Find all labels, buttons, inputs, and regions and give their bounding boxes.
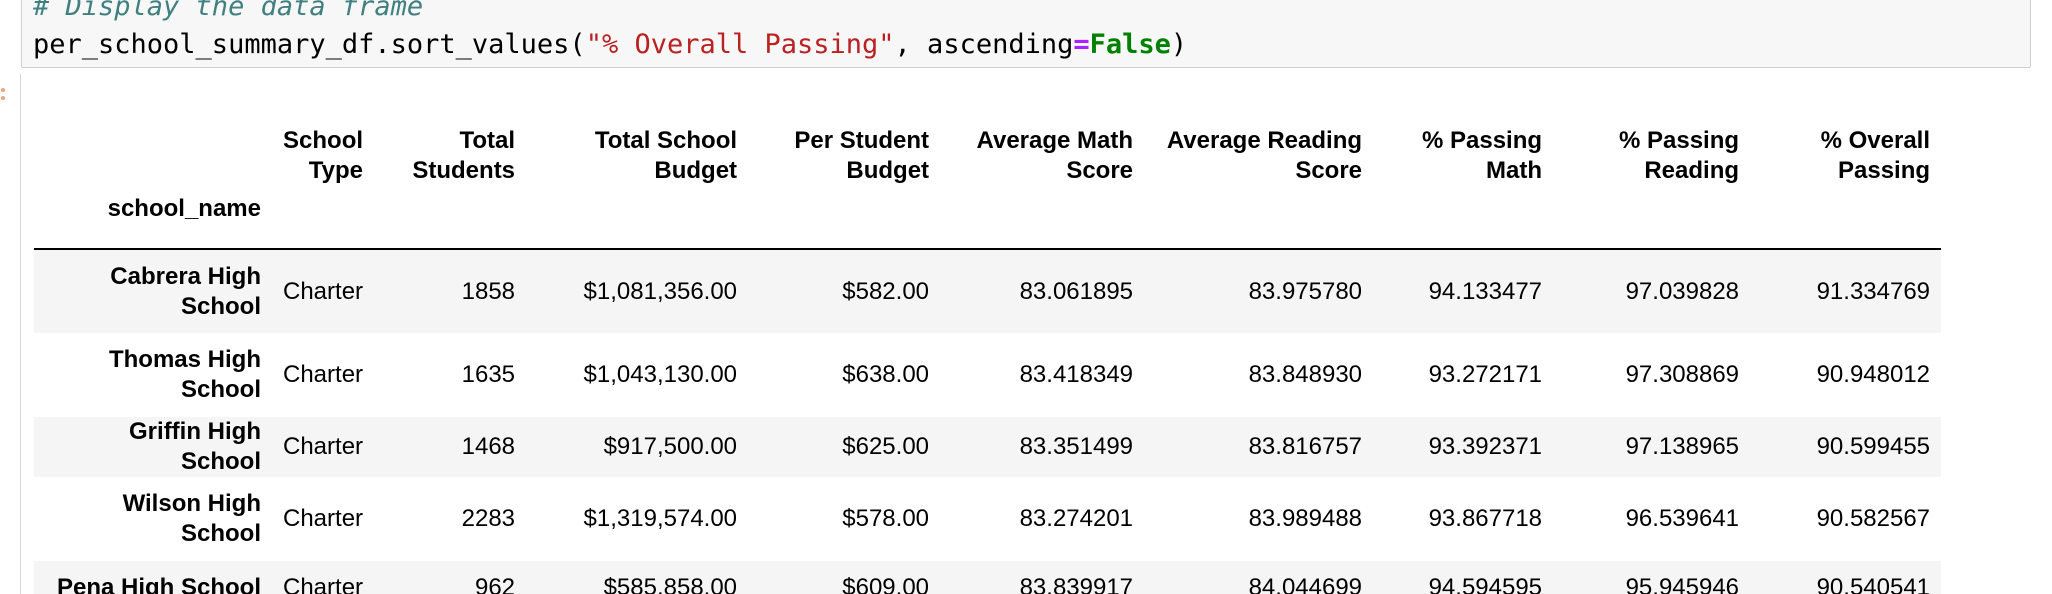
column-header: Per Student Budget xyxy=(794,127,930,184)
table-cell: Charter xyxy=(283,505,364,532)
table-cell: 83.418349 xyxy=(1019,361,1134,388)
column-header: Average Reading Score xyxy=(1166,127,1363,184)
table-cell: 83.989488 xyxy=(1248,505,1363,532)
table-cell: 2283 xyxy=(461,505,516,532)
index-name-row: school_name xyxy=(34,188,1942,249)
table-cell: 95.945946 xyxy=(1625,574,1740,594)
table-cell: 94.133477 xyxy=(1428,277,1543,305)
code-call-separator: , ascending xyxy=(894,29,1074,60)
table-cell: Charter xyxy=(283,433,364,460)
index-name-header: school_name xyxy=(107,195,261,222)
table-cell: 83.351499 xyxy=(1019,433,1134,460)
table-cell: $578.00 xyxy=(842,505,930,532)
table-cell: 1635 xyxy=(461,361,516,388)
column-header: Total Students xyxy=(412,127,516,184)
table-cell: 91.334769 xyxy=(1816,277,1931,305)
table-cell: 93.867718 xyxy=(1428,505,1543,532)
table-cell: 83.975780 xyxy=(1248,277,1363,305)
code-comment-line: # Display the data frame xyxy=(33,0,423,23)
table-cell: $638.00 xyxy=(842,361,930,388)
code-call-prefix: per_school_summary_df.sort_values( xyxy=(33,29,586,60)
table-row: Cabrera High School Charter 1858 $1,081,… xyxy=(34,249,1942,333)
table-cell: Charter xyxy=(283,361,364,388)
code-string-literal: "% Overall Passing" xyxy=(585,29,895,60)
code-statement-line: per_school_summary_df.sort_values("% Ove… xyxy=(33,29,1187,61)
table-cell: 93.392371 xyxy=(1428,433,1543,460)
corner-header-cell xyxy=(34,110,272,188)
table-cell: 1858 xyxy=(461,277,516,305)
row-index-label: Thomas High School xyxy=(108,346,261,403)
table-cell: 97.039828 xyxy=(1625,277,1740,305)
code-call-suffix: ) xyxy=(1170,29,1188,60)
row-index-label: Cabrera High School xyxy=(110,262,261,320)
table-cell: 96.539641 xyxy=(1625,505,1740,532)
table-cell: $585,858.00 xyxy=(603,574,738,594)
table-row: Wilson High School Charter 2283 $1,319,5… xyxy=(34,477,1942,561)
table-cell: $1,319,574.00 xyxy=(583,505,738,532)
table-row: Pena High School Charter 962 $585,858.00… xyxy=(34,561,1942,594)
table-cell: 94.594595 xyxy=(1428,574,1543,594)
table-cell: $1,043,130.00 xyxy=(583,361,738,388)
column-header: % Overall Passing xyxy=(1820,127,1931,184)
table-cell: $625.00 xyxy=(842,433,930,460)
table-cell: 90.582567 xyxy=(1816,505,1931,532)
code-equals-operator: = xyxy=(1073,29,1090,60)
table-cell: 83.274201 xyxy=(1019,505,1134,532)
code-comment: # Display the data frame xyxy=(33,0,424,22)
row-index-label: Wilson High School xyxy=(122,490,261,547)
column-header: Total School Budget xyxy=(594,127,738,184)
table-cell: 1468 xyxy=(461,433,516,460)
code-keyword-value: False xyxy=(1089,29,1171,60)
column-header: % Passing Math xyxy=(1421,127,1543,184)
table-cell: 97.308869 xyxy=(1625,361,1740,388)
output-gutter xyxy=(20,74,21,594)
row-index-label: Pena High School xyxy=(56,574,261,594)
table-cell: 90.599455 xyxy=(1816,433,1931,460)
table-cell: $1,081,356.00 xyxy=(583,277,738,305)
column-header: School Type xyxy=(283,127,364,184)
code-input-cell[interactable]: # Display the data frame per_school_summ… xyxy=(21,0,2031,68)
notebook-page: # Display the data frame per_school_summ… xyxy=(0,0,2052,594)
table-cell: 83.848930 xyxy=(1248,361,1363,388)
table-row: Griffin High School Charter 1468 $917,50… xyxy=(34,417,1942,477)
table-cell: 90.948012 xyxy=(1816,361,1931,388)
table-cell: $582.00 xyxy=(842,277,930,305)
table-cell: 90.540541 xyxy=(1816,574,1931,594)
table-cell: 84.044699 xyxy=(1248,574,1363,594)
dataframe-table: School Type Total Students Total School … xyxy=(34,110,1942,594)
column-header: % Passing Reading xyxy=(1618,127,1740,184)
table-cell: Charter xyxy=(283,574,364,594)
table-cell: 97.138965 xyxy=(1625,433,1740,460)
table-cell: Charter xyxy=(283,277,364,305)
table-cell: 83.839917 xyxy=(1019,574,1134,594)
table-cell: 93.272171 xyxy=(1428,361,1543,388)
table-row: Thomas High School Charter 1635 $1,043,1… xyxy=(34,333,1942,417)
table-cell: $917,500.00 xyxy=(603,433,738,460)
column-header: Average Math Score xyxy=(976,127,1134,184)
table-cell: 83.061895 xyxy=(1019,277,1134,305)
table-cell: 962 xyxy=(474,574,516,594)
row-index-label: Griffin High School xyxy=(129,418,261,475)
column-header-row: School Type Total Students Total School … xyxy=(34,110,1941,188)
table-cell: $609.00 xyxy=(842,574,930,594)
table-cell: 83.816757 xyxy=(1248,433,1363,460)
output-collapse-handle-icon[interactable] xyxy=(0,88,6,102)
